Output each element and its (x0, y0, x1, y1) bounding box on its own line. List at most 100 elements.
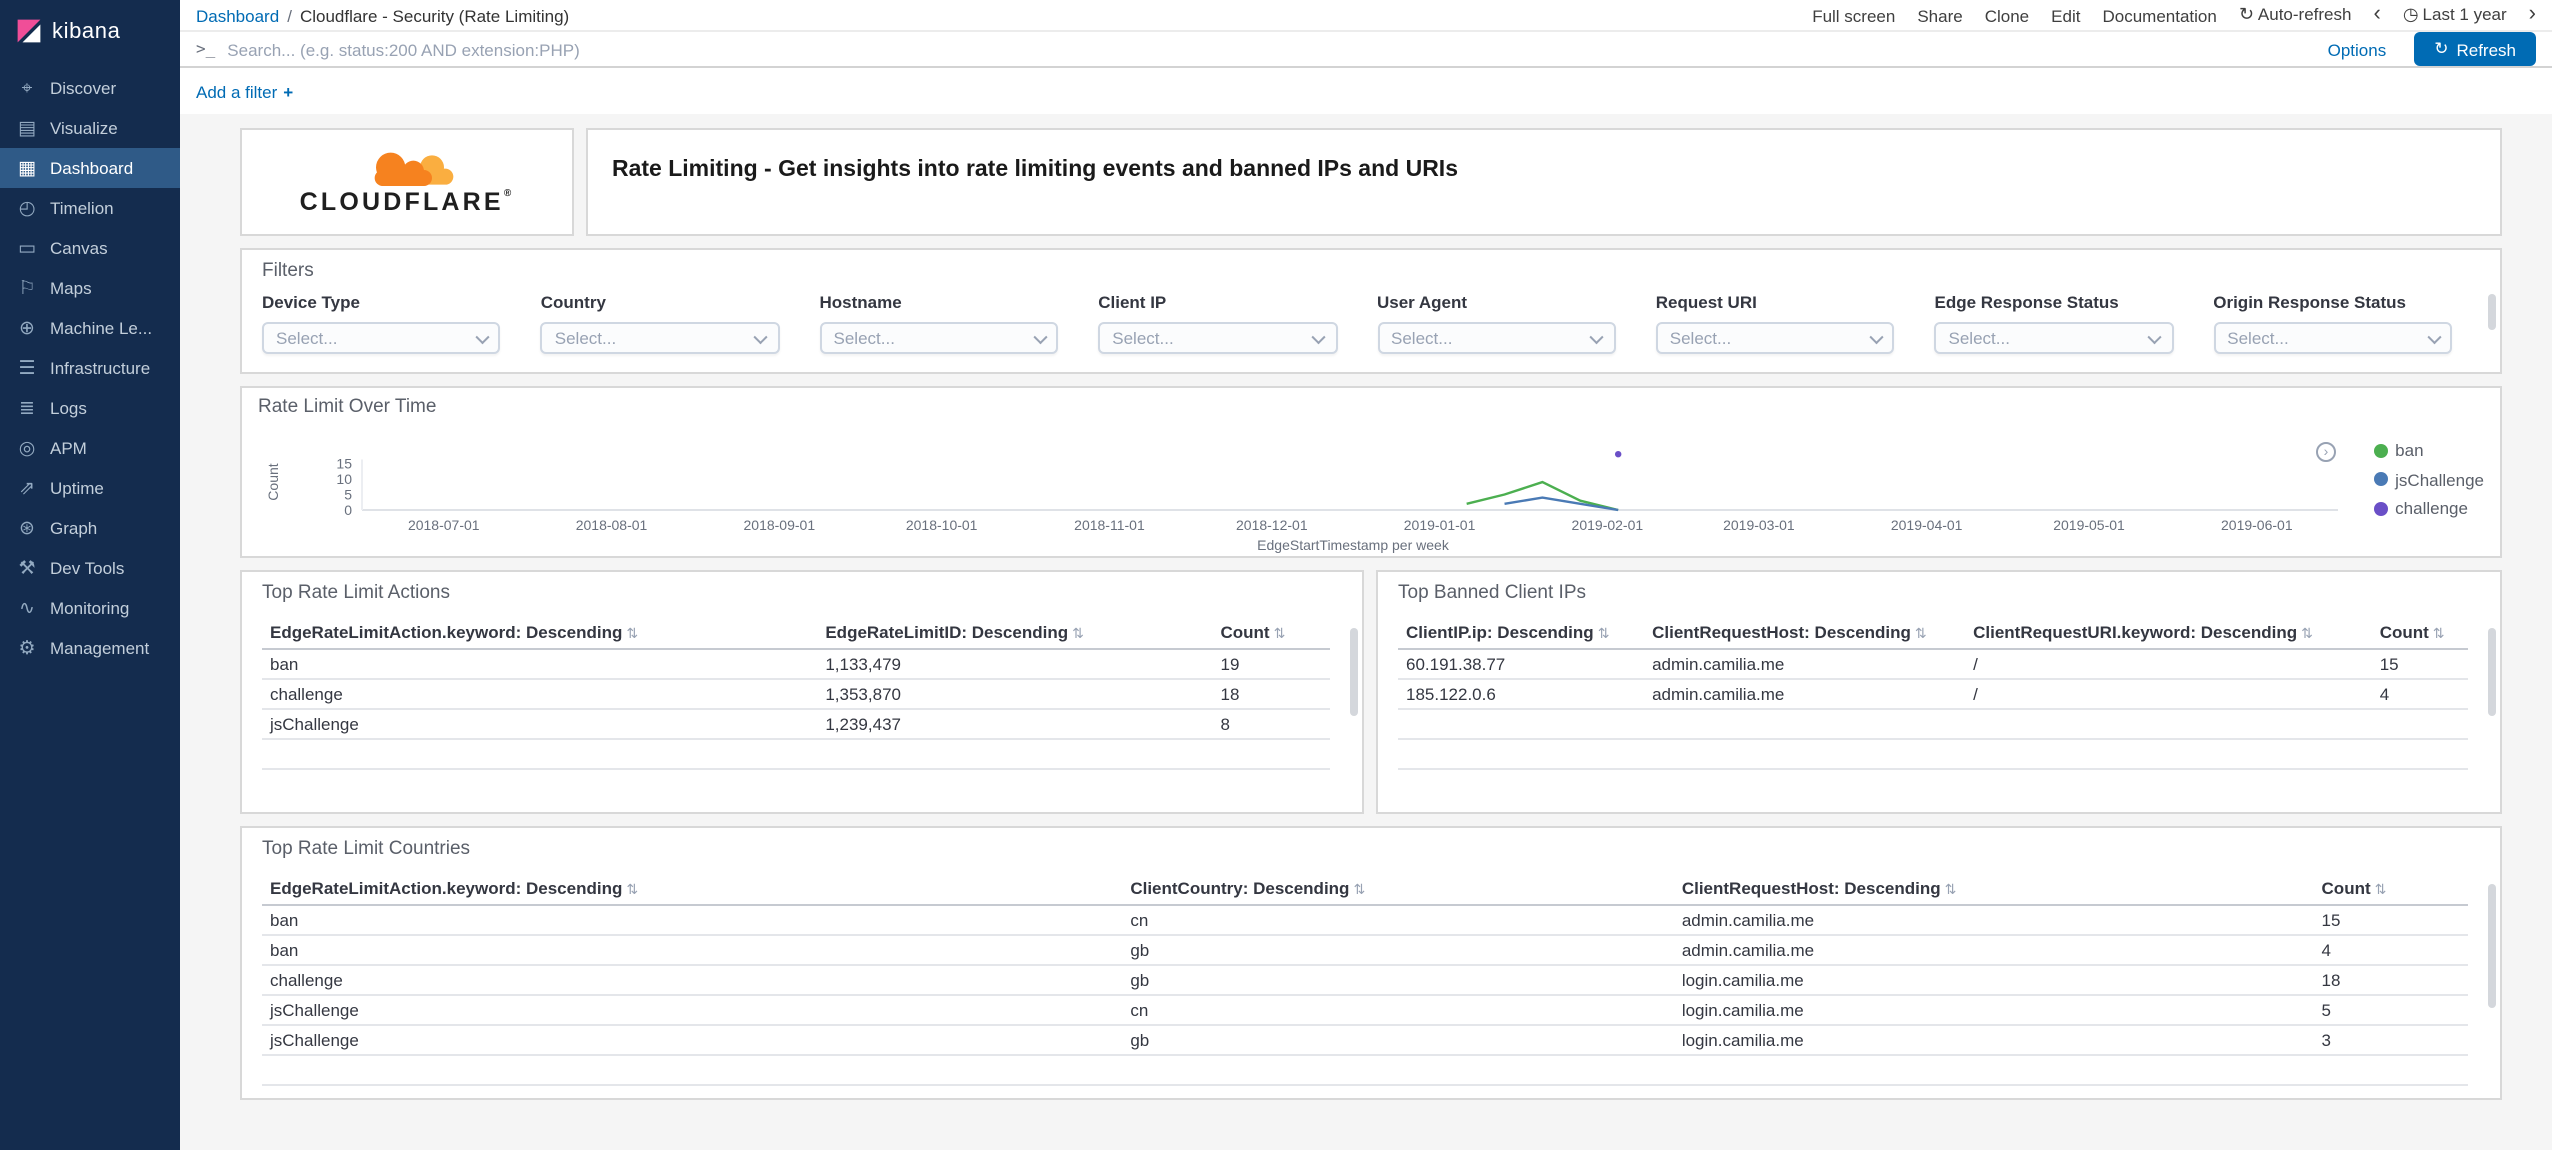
time-step-forward-button[interactable]: › (2529, 3, 2536, 26)
sort-icon: ⇅ (1353, 884, 1366, 898)
legend-dot-icon (2373, 472, 2388, 486)
edit-button[interactable]: Edit (2051, 5, 2080, 25)
query-options-link[interactable]: Options (2328, 39, 2387, 59)
documentation-link[interactable]: Documentation (2102, 5, 2216, 25)
scrollbar-thumb[interactable] (2488, 294, 2496, 330)
user-agent-select[interactable]: Select... (1377, 322, 1616, 354)
country-select[interactable]: Select... (540, 322, 780, 354)
request-uri-select[interactable]: Select... (1655, 322, 1895, 354)
sidebar-item-apm[interactable]: ◎ APM (0, 428, 180, 468)
sidebar-item-canvas[interactable]: ▭ Canvas (0, 228, 180, 268)
table-cell: admin.camilia.me (1644, 649, 1966, 680)
kibana-logo[interactable]: kibana (0, 0, 180, 68)
sidebar-item-label: Uptime (50, 478, 104, 498)
sidebar-item-dev-tools[interactable]: ⚒ Dev Tools (0, 548, 180, 588)
share-button[interactable]: Share (1917, 5, 1962, 25)
sidebar-item-management[interactable]: ⚙ Management (0, 628, 180, 668)
legend-dot-icon (2373, 443, 2388, 457)
column-header[interactable]: Count ⇅ (1212, 616, 1330, 650)
table-cell: jsChallenge (262, 1025, 1123, 1056)
sidebar-item-timelion[interactable]: ◴ Timelion (0, 188, 180, 228)
sidebar-item-label: Dev Tools (50, 558, 125, 578)
table-row: jsChallenge 1,239,437 8 (262, 709, 1330, 740)
sidebar-item-visualize[interactable]: ▤ Visualize (0, 108, 180, 148)
table-cell: 18 (2313, 965, 2468, 996)
device-type-select[interactable]: Select... (262, 322, 501, 354)
legend-item-ban[interactable]: ban (2373, 440, 2484, 460)
sidebar-item-discover[interactable]: ⌖ Discover (0, 68, 180, 108)
cloudflare-logo: CLOUDFLARE® (300, 150, 515, 215)
column-header[interactable]: EdgeRateLimitAction.keyword: Descending ⇅ (262, 616, 818, 650)
time-picker-button[interactable]: ◷ Last 1 year (2403, 4, 2507, 26)
legend-item-challenge[interactable]: challenge (2373, 498, 2484, 518)
refresh-button[interactable]: ↻ Refresh (2414, 32, 2536, 66)
table-row: challenge gb login.camilia.me 18 (262, 965, 2468, 996)
column-header[interactable]: ClientRequestURI.keyword: Descending ⇅ (1965, 616, 2372, 650)
sidebar-item-uptime[interactable]: ⇗ Uptime (0, 468, 180, 508)
filter-label: Origin Response Status (2213, 292, 2406, 312)
sidebar-item-graph[interactable]: ⊛ Graph (0, 508, 180, 548)
filter-hostname: Hostname Select... (819, 292, 1059, 354)
hostname-select[interactable]: Select... (819, 322, 1059, 354)
breadcrumb-separator: / (287, 5, 292, 25)
svg-text:2019-02-01: 2019-02-01 (1572, 517, 1644, 533)
column-header[interactable]: EdgeRateLimitAction.keyword: Descending ⇅ (262, 872, 1123, 906)
column-header[interactable]: ClientRequestHost: Descending ⇅ (1673, 872, 2314, 906)
sidebar-item-infrastructure[interactable]: ☰ Infrastructure (0, 348, 180, 388)
select-value: Select... (554, 328, 617, 348)
top-rate-limit-actions-panel: Top Rate Limit Actions EdgeRateLimitActi… (240, 570, 1364, 814)
table-cell: / (1965, 679, 2372, 710)
legend-label: challenge (2395, 498, 2468, 518)
legend-item-jschallenge[interactable]: jsChallenge (2373, 469, 2484, 489)
column-header[interactable]: ClientIP.ip: Descending ⇅ (1398, 616, 1645, 650)
main-area: Dashboard / Cloudflare - Security (Rate … (180, 0, 2552, 1150)
full-screen-button[interactable]: Full screen (1812, 5, 1895, 25)
column-header[interactable]: EdgeRateLimitID: Descending ⇅ (817, 616, 1213, 650)
scrollbar-thumb[interactable] (2488, 884, 2496, 1008)
sort-icon: ⇅ (1944, 884, 1957, 898)
sidebar-item-machine-learning[interactable]: ⊕ Machine Le... (0, 308, 180, 348)
legend-dot-icon (2373, 501, 2388, 515)
apm-icon: ◎ (18, 437, 36, 459)
svg-text:2018-11-01: 2018-11-01 (1074, 517, 1145, 533)
search-input[interactable] (227, 39, 2316, 59)
column-header[interactable]: ClientCountry: Descending ⇅ (1122, 872, 1674, 906)
sidebar-item-monitoring[interactable]: ∿ Monitoring (0, 588, 180, 628)
column-header[interactable]: Count ⇅ (2313, 872, 2468, 906)
registered-mark: ® (503, 187, 515, 200)
filter-label: Client IP (1098, 292, 1167, 312)
sidebar-item-dashboard[interactable]: ▦ Dashboard (0, 148, 180, 188)
add-filter-button[interactable]: Add a filter + (196, 81, 293, 101)
sort-icon: ⇅ (626, 628, 639, 642)
column-header[interactable]: Count ⇅ (2371, 616, 2468, 650)
column-header[interactable]: ClientRequestHost: Descending ⇅ (1644, 616, 1966, 650)
kibana-app: kibana ⌖ Discover ▤ Visualize ▦ Dashboard ◴… (0, 0, 2552, 1150)
time-step-back-button[interactable]: ‹ (2373, 3, 2380, 26)
sidebar-item-label: Graph (50, 518, 98, 538)
auto-refresh-button[interactable]: ↻ Auto-refresh (2239, 4, 2352, 26)
origin-response-status-select[interactable]: Select... (2213, 322, 2452, 354)
filter-country: Country Select... (540, 292, 780, 354)
clone-button[interactable]: Clone (1985, 5, 2029, 25)
sort-icon: ⇅ (1072, 628, 1084, 642)
top-rate-limit-countries-table: EdgeRateLimitAction.keyword: Descending ⇅… (262, 872, 2468, 1086)
sidebar-item-maps[interactable]: ⚐ Maps (0, 268, 180, 308)
scrollbar-thumb[interactable] (2488, 628, 2496, 716)
breadcrumb-bar: Dashboard / Cloudflare - Security (Rate … (180, 0, 2552, 30)
bar-chart-icon: ▤ (18, 117, 36, 139)
kibana-logo-icon (17, 19, 41, 43)
sidebar-item-label: Canvas (50, 238, 108, 258)
client-ip-select[interactable]: Select... (1098, 322, 1337, 354)
breadcrumb-dashboard-link[interactable]: Dashboard (196, 5, 279, 25)
svg-text:10: 10 (336, 471, 352, 487)
edge-response-status-select[interactable]: Select... (1934, 322, 2174, 354)
table-cell: admin.camilia.me (1673, 935, 2314, 966)
table-cell: jsChallenge (262, 709, 818, 740)
table-cell: 4 (2313, 935, 2468, 966)
scrollbar-thumb[interactable] (1350, 628, 1358, 716)
select-value: Select... (2227, 328, 2289, 348)
sidebar-item-logs[interactable]: ≣ Logs (0, 388, 180, 428)
legend-toggle-button[interactable]: › (2316, 442, 2336, 462)
sidebar: kibana ⌖ Discover ▤ Visualize ▦ Dashboard ◴… (0, 0, 180, 1150)
table-row: challenge 1,353,870 18 (262, 679, 1330, 710)
